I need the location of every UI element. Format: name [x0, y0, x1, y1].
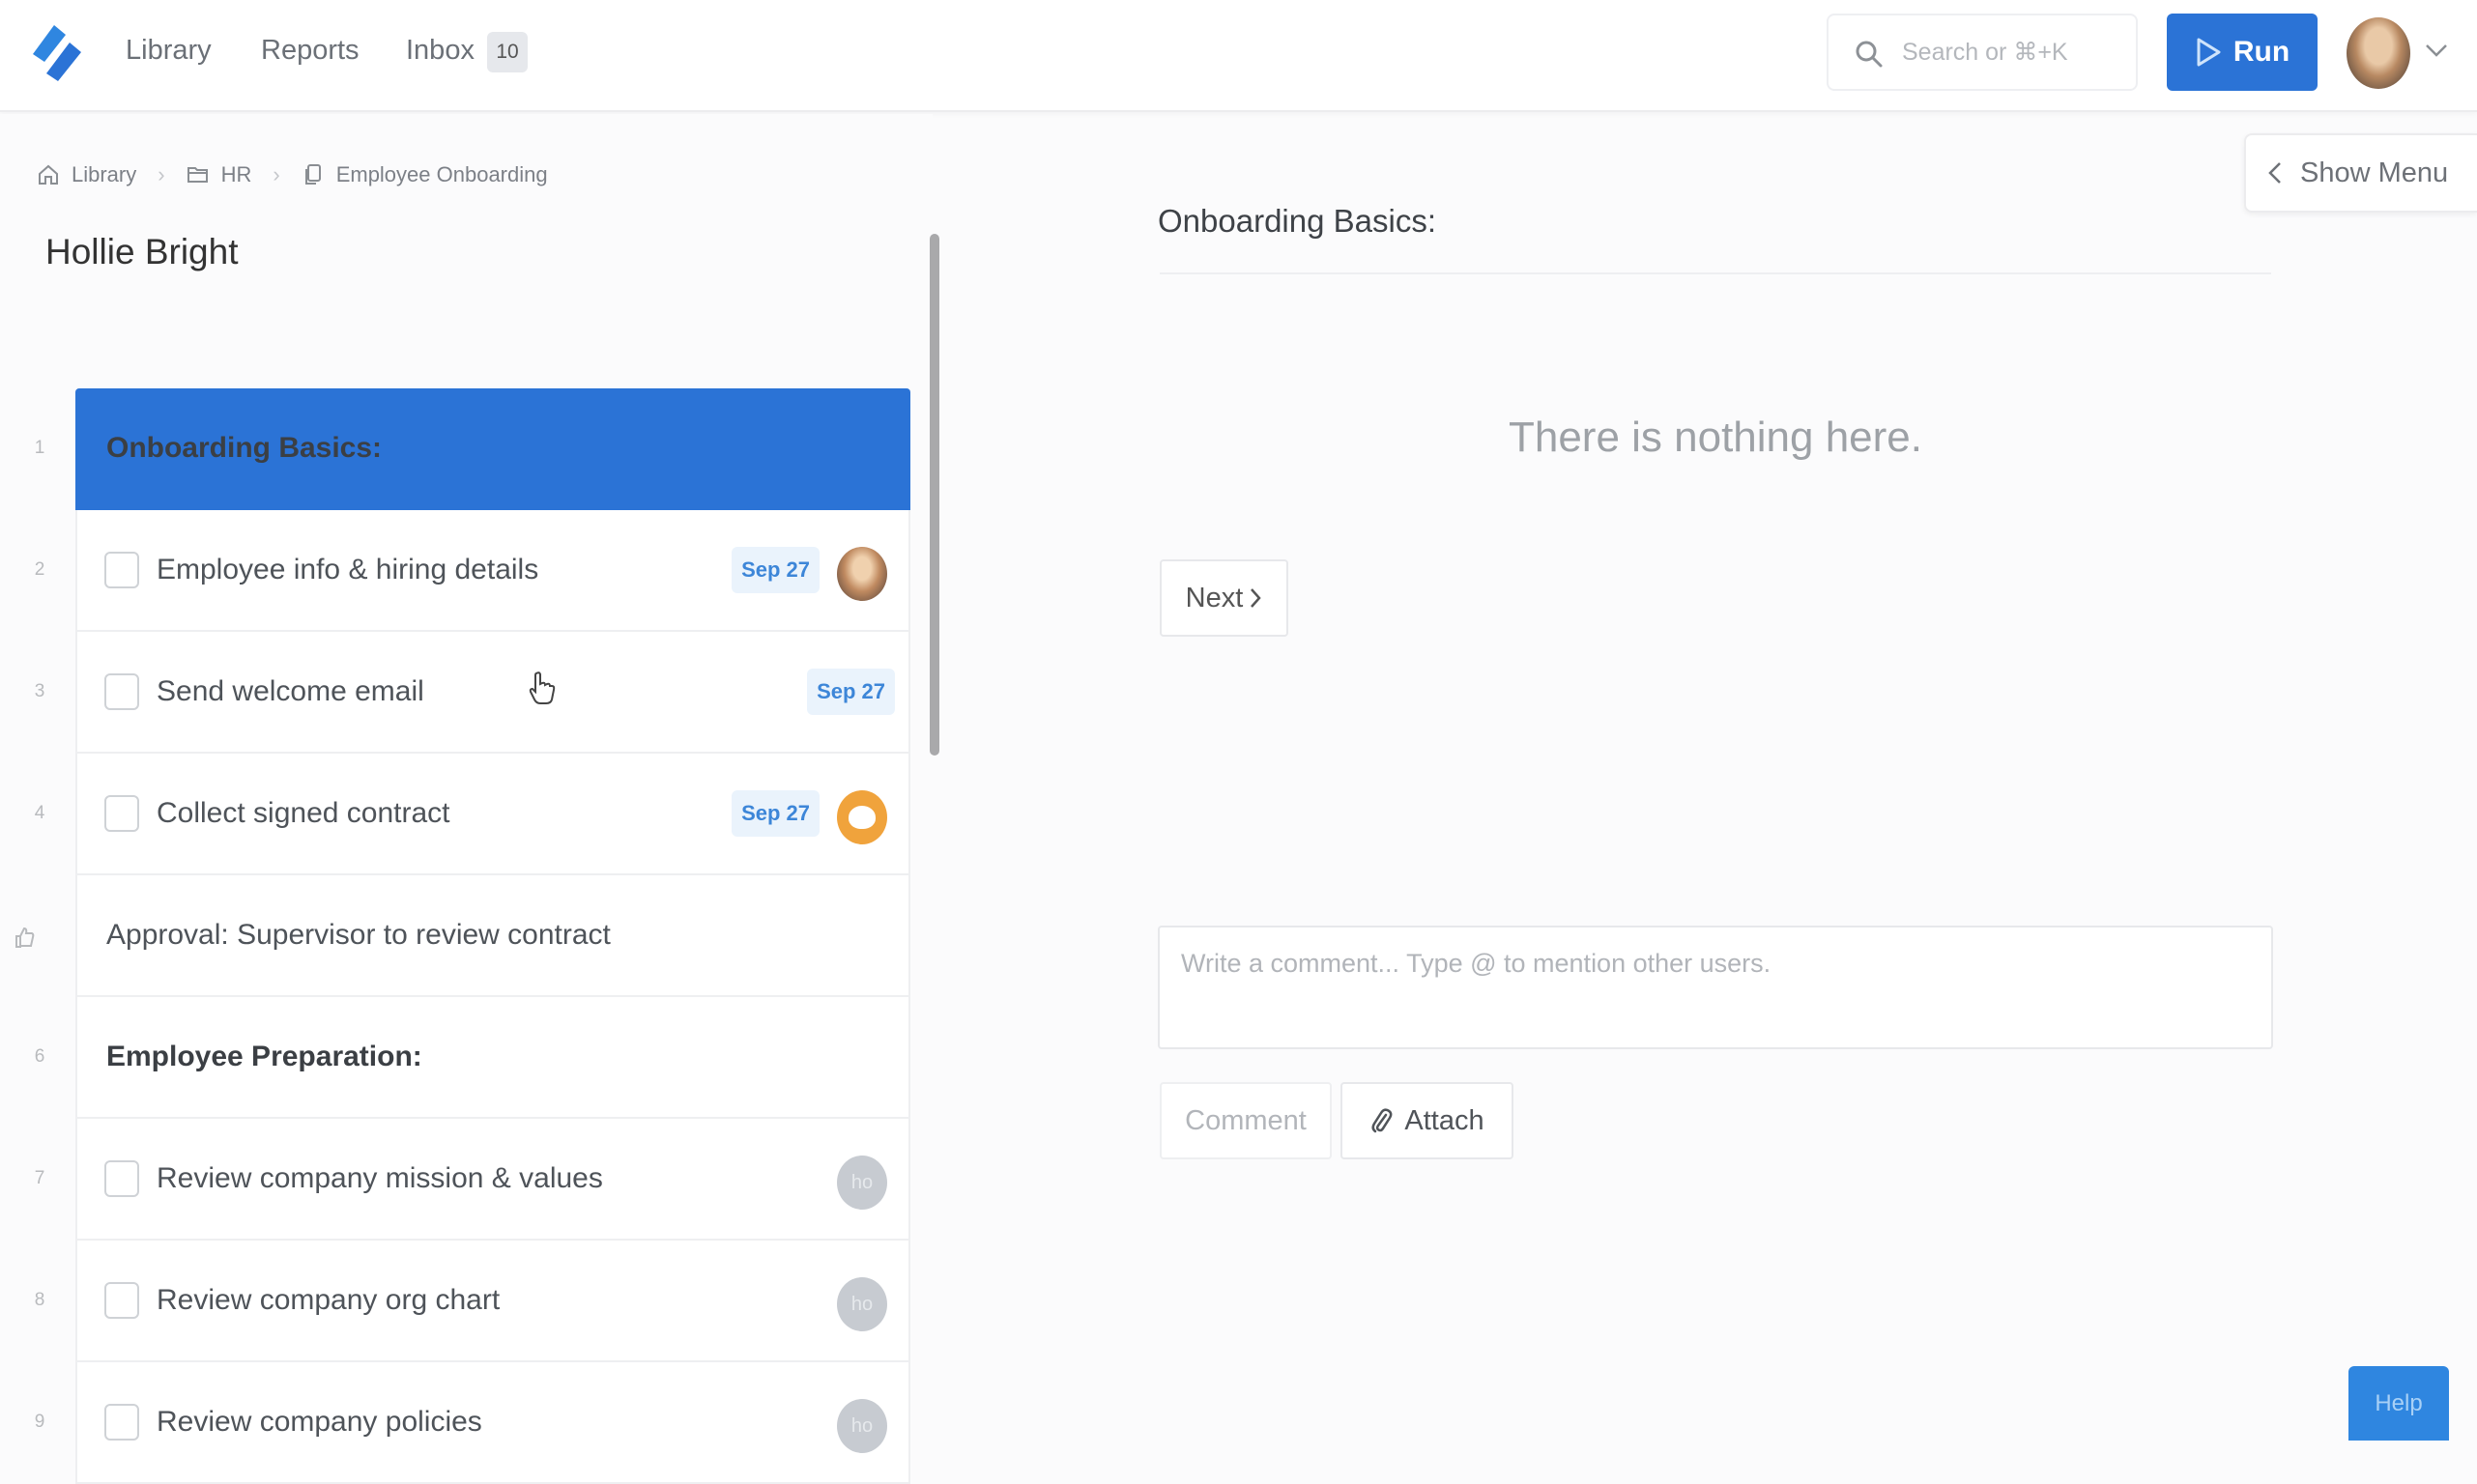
document-icon	[304, 164, 321, 185]
breadcrumb-separator: ›	[158, 162, 165, 186]
breadcrumb: Library › HR › Employee Onboarding	[37, 162, 548, 187]
search-icon	[1856, 41, 1883, 68]
attach-button[interactable]: Attach	[1340, 1082, 1513, 1159]
checklist-run-title: Hollie Bright	[45, 232, 239, 271]
run-button-label: Run	[2232, 36, 2290, 68]
step-title: Send welcome email	[157, 675, 424, 707]
next-button-label: Next	[1185, 582, 1244, 614]
attach-button-label: Attach	[1404, 1104, 1484, 1136]
breadcrumb-hr[interactable]: HR	[221, 162, 252, 187]
task-checkbox[interactable]	[104, 1282, 139, 1319]
step-title: Collect signed contract	[157, 797, 450, 829]
breadcrumb-library[interactable]: Library	[72, 162, 136, 187]
assignee-avatar: ho	[837, 1156, 887, 1210]
show-menu-label: Show Menu	[2300, 157, 2449, 188]
step-list: 1 Onboarding Basics: 2 Employee info & h…	[15, 388, 910, 1484]
step-review-policies[interactable]: 9 Review company policies ho	[35, 1362, 910, 1484]
assignee-avatar: ho	[837, 1399, 887, 1453]
comment-button[interactable]: Comment	[1160, 1082, 1332, 1159]
folder-icon	[187, 167, 208, 183]
step-number: 3	[34, 681, 45, 701]
nav-reports[interactable]: Reports	[261, 35, 360, 67]
search-input[interactable]	[1902, 15, 2124, 89]
chevron-down-icon[interactable]	[2424, 41, 2449, 60]
step-collect-signed-contract[interactable]: 4 Collect signed contract Sep 27	[35, 754, 910, 875]
task-checkbox[interactable]	[104, 1404, 139, 1441]
step-number: 9	[34, 1412, 45, 1432]
step-approval-supervisor[interactable]: Approval: Supervisor to review contract	[15, 875, 910, 997]
step-number: 4	[34, 803, 45, 823]
help-button[interactable]: Help	[2348, 1366, 2449, 1441]
step-send-welcome-email[interactable]: 3 Send welcome email Sep 27	[35, 632, 910, 754]
due-date-badge: Sep 27	[732, 547, 820, 593]
next-button[interactable]: Next	[1160, 559, 1288, 637]
scrollbar[interactable]	[930, 234, 939, 756]
step-title: Approval: Supervisor to review contract	[106, 919, 611, 951]
step-number: 2	[34, 559, 45, 580]
show-menu-button[interactable]: Show Menu	[2244, 133, 2477, 213]
top-navigation-bar: Library Reports Inbox 10 Run	[0, 0, 2477, 112]
step-title: Onboarding Basics:	[106, 432, 383, 464]
divider	[1160, 272, 2271, 274]
step-onboarding-basics[interactable]: 1 Onboarding Basics:	[35, 388, 910, 510]
breadcrumb-employee-onboarding[interactable]: Employee Onboarding	[336, 162, 548, 187]
task-checkbox[interactable]	[104, 795, 139, 832]
search-box[interactable]	[1827, 14, 2138, 91]
comment-input[interactable]	[1158, 926, 2273, 1049]
chevron-right-icon	[1251, 588, 1261, 608]
due-date-badge: Sep 27	[807, 669, 895, 715]
task-checkbox[interactable]	[104, 673, 139, 710]
home-icon	[39, 164, 58, 185]
step-title: Employee info & hiring details	[157, 554, 539, 585]
step-number: 1	[34, 438, 45, 458]
due-date-badge: Sep 27	[732, 790, 820, 837]
step-number: 6	[34, 1046, 45, 1067]
assignee-avatar	[837, 790, 887, 844]
step-number: 7	[34, 1168, 45, 1188]
step-title: Review company mission & values	[157, 1162, 603, 1194]
assignee-avatar: ho	[837, 1277, 887, 1331]
step-employee-info[interactable]: 2 Employee info & hiring details Sep 27	[35, 510, 910, 632]
step-detail-title: Onboarding Basics:	[1158, 203, 1436, 239]
inbox-count-badge: 10	[487, 32, 528, 72]
step-review-mission-values[interactable]: 7 Review company mission & values ho	[35, 1119, 910, 1241]
task-checkbox[interactable]	[104, 1160, 139, 1197]
step-employee-preparation[interactable]: 6 Employee Preparation:	[35, 997, 910, 1119]
task-checkbox[interactable]	[104, 552, 139, 588]
comment-button-label: Comment	[1185, 1104, 1307, 1136]
user-avatar[interactable]	[2347, 17, 2410, 89]
empty-state-message: There is nothing here.	[1508, 414, 1923, 461]
step-review-org-chart[interactable]: 8 Review company org chart ho	[35, 1241, 910, 1362]
run-button[interactable]: Run	[2167, 14, 2318, 91]
nav-library[interactable]: Library	[126, 35, 212, 67]
assignee-avatar	[837, 547, 887, 601]
play-icon	[2197, 38, 2221, 67]
nav-inbox[interactable]: Inbox	[406, 35, 475, 67]
hand-cursor-icon	[529, 671, 556, 704]
step-title: Review company org chart	[157, 1284, 501, 1316]
breadcrumb-separator: ›	[273, 162, 280, 186]
step-title: Review company policies	[157, 1406, 482, 1438]
thumbs-up-icon	[15, 927, 35, 948]
app-logo-icon[interactable]	[25, 19, 87, 85]
paperclip-icon	[1371, 1108, 1393, 1133]
step-number: 8	[34, 1290, 45, 1310]
step-title: Employee Preparation:	[106, 1041, 422, 1072]
chevron-left-icon	[2268, 162, 2281, 184]
